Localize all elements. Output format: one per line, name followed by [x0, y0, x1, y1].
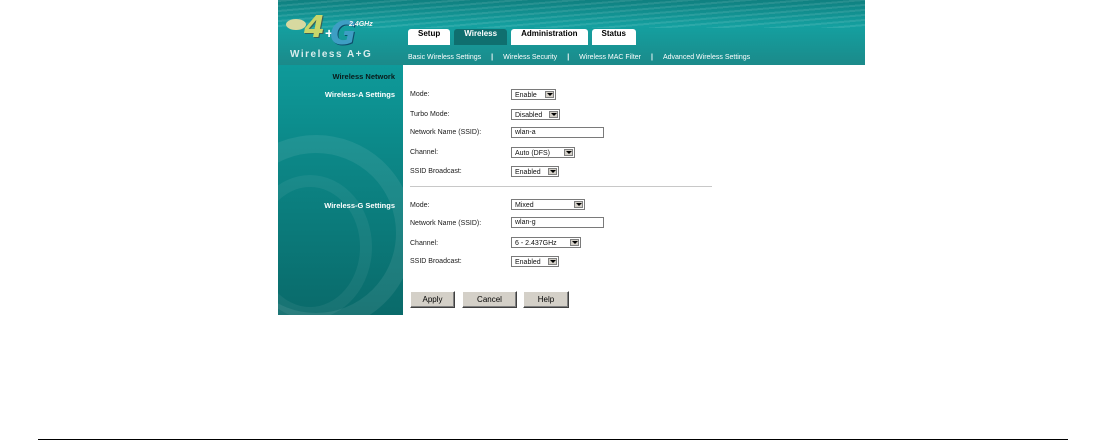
wa-broadcast-value: Enabled — [515, 169, 541, 176]
wg-broadcast-select[interactable]: Enabled — [511, 256, 559, 267]
wa-broadcast-select[interactable]: Enabled — [511, 166, 559, 177]
wa-ssid-label: Network Name (SSID): — [410, 129, 482, 136]
logo-badge — [286, 19, 306, 30]
logo-g: G — [330, 14, 357, 52]
chevron-down-icon — [570, 239, 579, 246]
chevron-down-icon — [548, 168, 557, 175]
wa-turbo-label: Turbo Mode: — [410, 111, 450, 118]
sidebar-panel — [278, 65, 414, 315]
subnav-separator: | — [651, 53, 653, 61]
help-button[interactable]: Help — [523, 291, 569, 308]
tab-setup[interactable]: Setup — [408, 29, 451, 45]
wg-ssid-input[interactable]: wlan-g — [511, 217, 604, 228]
wa-turbo-select[interactable]: Disabled — [511, 109, 560, 120]
wg-ssid-label: Network Name (SSID): — [410, 220, 482, 227]
wg-broadcast-value: Enabled — [515, 259, 541, 266]
subnav-wireless-mac-filter[interactable]: Wireless MAC Filter — [579, 54, 641, 61]
section-title-wireless-a: Wireless-A Settings — [324, 90, 395, 99]
chevron-down-icon — [545, 91, 554, 98]
wg-channel-label: Channel: — [410, 240, 439, 247]
wg-broadcast-label: SSID Broadcast: — [410, 258, 462, 265]
cancel-button[interactable]: Cancel — [462, 291, 517, 308]
subnav-separator: | — [491, 53, 494, 61]
wa-mode-value: Enable — [515, 92, 537, 99]
section-divider — [410, 186, 712, 187]
tab-status[interactable]: Status — [591, 29, 636, 45]
main-tabs: Setup Wireless Administration Status — [408, 29, 640, 45]
wireless-subnav: Basic Wireless Settings | Wireless Secur… — [408, 50, 750, 64]
section-title-wireless-g: Wireless-G Settings — [324, 201, 395, 210]
wa-channel-label: Channel: — [410, 149, 439, 156]
page-footer-rule — [38, 439, 1068, 440]
wa-channel-value: Auto (DFS) — [515, 150, 551, 157]
subnav-advanced-wireless-settings[interactable]: Advanced Wireless Settings — [663, 54, 750, 61]
wg-mode-value: Mixed — [515, 202, 534, 209]
subnav-basic-wireless-settings[interactable]: Basic Wireless Settings — [408, 54, 481, 61]
logo-four: 4 — [304, 10, 325, 45]
logo-wordmark: Wireless A+G — [290, 49, 373, 60]
wa-broadcast-label: SSID Broadcast: — [410, 168, 462, 175]
wg-channel-value: 6 - 2.437GHz — [515, 240, 557, 247]
chevron-down-icon — [574, 201, 583, 208]
logo-frequency: 2.4GHz — [349, 21, 373, 28]
chevron-down-icon — [549, 111, 558, 118]
router-config-frame: 4 + G 2.4GHz Wireless A+G Setup Wireless… — [278, 0, 865, 315]
apply-button[interactable]: Apply — [410, 291, 455, 308]
section-title-wireless-network: Wireless Network — [332, 72, 395, 81]
wa-ssid-input[interactable]: wlan-a — [511, 127, 604, 138]
wa-channel-select[interactable]: Auto (DFS) — [511, 147, 575, 158]
brand-logo: 4 + G 2.4GHz Wireless A+G — [278, 0, 403, 65]
subnav-wireless-security[interactable]: Wireless Security — [503, 54, 557, 61]
tab-administration[interactable]: Administration — [511, 29, 588, 45]
subnav-separator: | — [567, 53, 570, 61]
wg-channel-select[interactable]: 6 - 2.437GHz — [511, 237, 581, 248]
wa-turbo-value: Disabled — [515, 112, 543, 119]
chevron-down-icon — [564, 149, 573, 156]
chevron-down-icon — [548, 258, 557, 265]
wa-mode-select[interactable]: Enable — [511, 89, 556, 100]
wg-mode-label: Mode: — [410, 202, 430, 209]
wa-mode-label: Mode: — [410, 91, 430, 98]
tab-wireless[interactable]: Wireless — [454, 29, 508, 45]
wg-mode-select[interactable]: Mixed — [511, 199, 585, 210]
